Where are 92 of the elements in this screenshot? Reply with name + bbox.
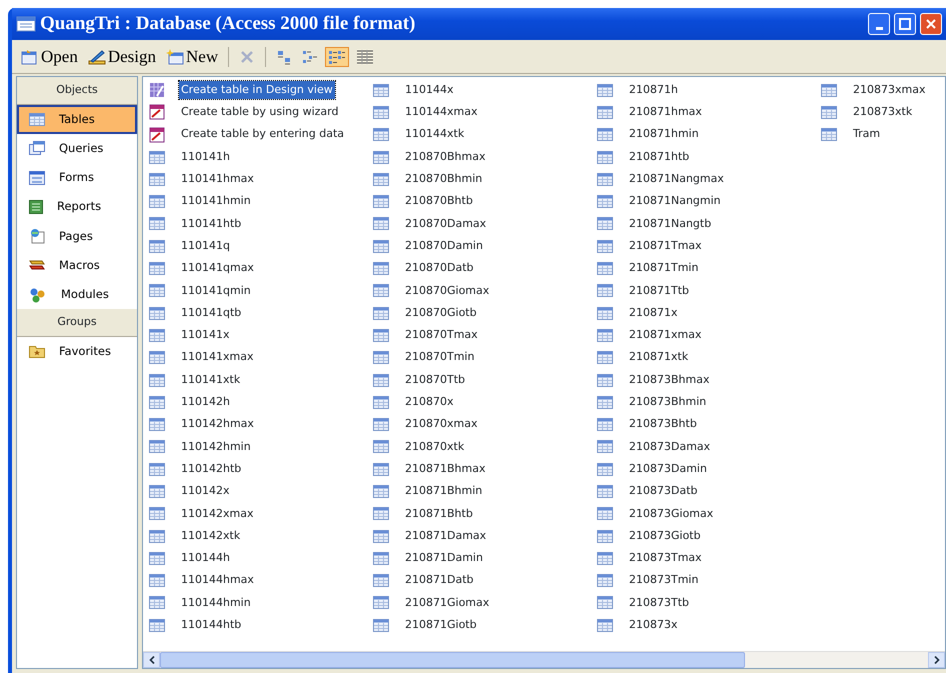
- list-item[interactable]: 110144htb: [179, 616, 244, 635]
- list-item[interactable]: 210873xtk: [851, 103, 914, 122]
- list-item[interactable]: 210873Ttb: [627, 594, 692, 612]
- list-item[interactable]: 210870Giomax: [403, 282, 492, 300]
- list-item[interactable]: 210871Giomax: [403, 594, 492, 612]
- list-item[interactable]: Create table in Design view: [179, 80, 335, 100]
- list-item[interactable]: 210870Ttb: [403, 370, 468, 390]
- list-item[interactable]: 210870Bhmin: [403, 170, 484, 189]
- list-item[interactable]: 110144x: [403, 80, 456, 100]
- list-item[interactable]: 210871Bhmin: [403, 482, 484, 501]
- list-item[interactable]: 210871Giotb: [403, 616, 479, 635]
- list-item[interactable]: 110142h: [179, 393, 232, 412]
- list-item[interactable]: 110142xmax: [179, 504, 256, 524]
- list-item[interactable]: 210871Datb: [403, 571, 476, 590]
- list-item[interactable]: 110144xmax: [403, 103, 480, 122]
- list-item[interactable]: 210873Datb: [627, 482, 700, 501]
- list-item[interactable]: 210870xtk: [403, 438, 466, 456]
- new-button[interactable]: New: [163, 42, 222, 72]
- list-item[interactable]: 210871Tmin: [627, 259, 700, 278]
- list-item[interactable]: 210871xtk: [627, 348, 690, 367]
- list-item[interactable]: 210873Giotb: [627, 526, 703, 546]
- window-title: QuangTri : Database (Access 2000 file format): [40, 12, 416, 36]
- list-item[interactable]: 110141qmin: [179, 282, 253, 300]
- list-item[interactable]: 110141h: [179, 148, 232, 166]
- list-item[interactable]: 210871Nangmax: [627, 170, 726, 189]
- sidebar-item[interactable]: Queries: [17, 134, 137, 163]
- list-item[interactable]: 110141hmin: [179, 192, 253, 211]
- list-item[interactable]: 210870Bhmax: [403, 148, 488, 166]
- list-item[interactable]: 110141xmax: [179, 348, 256, 367]
- list-item[interactable]: 110142htb: [179, 460, 244, 478]
- list-item[interactable]: 110141htb: [179, 214, 244, 234]
- list-item[interactable]: 210871hmin: [627, 125, 701, 144]
- list-item[interactable]: 210873Damax: [627, 438, 712, 456]
- list-item[interactable]: 210873Giomax: [627, 504, 716, 524]
- sidebar-item[interactable]: Tables: [17, 104, 137, 134]
- list-item[interactable]: 210873Damin: [627, 460, 709, 478]
- list-item[interactable]: 210870Tmin: [403, 348, 476, 367]
- list-item[interactable]: 210873Tmin: [627, 571, 700, 590]
- design-button[interactable]: Design: [84, 42, 159, 72]
- list-item[interactable]: 210870Damax: [403, 214, 488, 234]
- list-item[interactable]: 210871h: [627, 80, 680, 100]
- list-item[interactable]: 210871x: [627, 304, 680, 322]
- list-item[interactable]: 110141x: [179, 326, 232, 345]
- list-item[interactable]: 210871Bhmax: [403, 460, 488, 478]
- section-header[interactable]: Objects: [17, 77, 137, 104]
- list-item[interactable]: 210871Bhtb: [403, 504, 475, 524]
- sidebar-item[interactable]: Macros: [17, 250, 137, 280]
- list-item[interactable]: Create table by using wizard: [179, 103, 340, 122]
- sidebar-item[interactable]: Forms: [17, 163, 137, 192]
- sidebar-item[interactable]: Modules: [17, 280, 137, 310]
- list-item[interactable]: 110142x: [179, 482, 232, 501]
- list-item[interactable]: 110142hmax: [179, 415, 256, 434]
- list-item[interactable]: 110141hmax: [179, 170, 256, 189]
- list-item[interactable]: 110144hmax: [179, 571, 256, 590]
- list-item[interactable]: 210871Damin: [403, 549, 485, 568]
- list-item[interactable]: 110144xtk: [403, 125, 466, 144]
- list-item[interactable]: 210871Damax: [403, 526, 488, 546]
- sidebar-item[interactable]: Favorites: [17, 336, 137, 366]
- list-item[interactable]: 210871Nangmin: [627, 192, 723, 211]
- section-header[interactable]: Groups: [17, 309, 137, 337]
- list-item[interactable]: 110144h: [179, 549, 232, 568]
- list-item[interactable]: 110141qmax: [179, 259, 256, 278]
- list-item[interactable]: 210871htb: [627, 148, 692, 166]
- list-item[interactable]: Create table by entering data: [179, 125, 346, 144]
- open-button[interactable]: Open: [18, 42, 81, 72]
- list-item[interactable]: 110141qtb: [179, 304, 244, 322]
- list-item[interactable]: 210870Giotb: [403, 304, 479, 322]
- sidebar-item[interactable]: Pages: [17, 222, 137, 251]
- list-item[interactable]: 210873x: [627, 616, 680, 635]
- list-item[interactable]: 210873xmax: [851, 80, 928, 100]
- list-item[interactable]: 210870Tmax: [403, 326, 480, 345]
- list-item[interactable]: 210870Datb: [403, 259, 476, 278]
- list-item[interactable]: 110141q: [179, 236, 232, 256]
- list-item[interactable]: 110142hmin: [179, 438, 253, 456]
- list-item[interactable]: 210871xmax: [627, 326, 704, 345]
- list-item[interactable]: 210873Bhmax: [627, 370, 712, 390]
- list-item[interactable]: 210870x: [403, 393, 456, 412]
- list-item[interactable]: 210873Bhtb: [627, 415, 699, 434]
- list-item[interactable]: 210871Ttb: [627, 282, 692, 300]
- list-item[interactable]: 210870xmax: [403, 415, 480, 434]
- list-item[interactable]: 210871Nangtb: [627, 214, 714, 234]
- list-item[interactable]: 210870Damin: [403, 236, 485, 256]
- list-item[interactable]: Tram: [851, 125, 882, 144]
- list-item[interactable]: 110141xtk: [179, 370, 242, 390]
- list-item[interactable]: 210871hmax: [627, 103, 704, 122]
- list-item[interactable]: 210871Tmax: [627, 236, 704, 256]
- list-item[interactable]: 210873Bhmin: [627, 393, 708, 412]
- sidebar-item[interactable]: Reports: [17, 192, 137, 222]
- list-item[interactable]: 110144hmin: [179, 594, 253, 612]
- list-item[interactable]: 210873Tmax: [627, 549, 704, 568]
- list-item[interactable]: 210870Bhtb: [403, 192, 475, 211]
- list-item[interactable]: 110142xtk: [179, 526, 242, 546]
